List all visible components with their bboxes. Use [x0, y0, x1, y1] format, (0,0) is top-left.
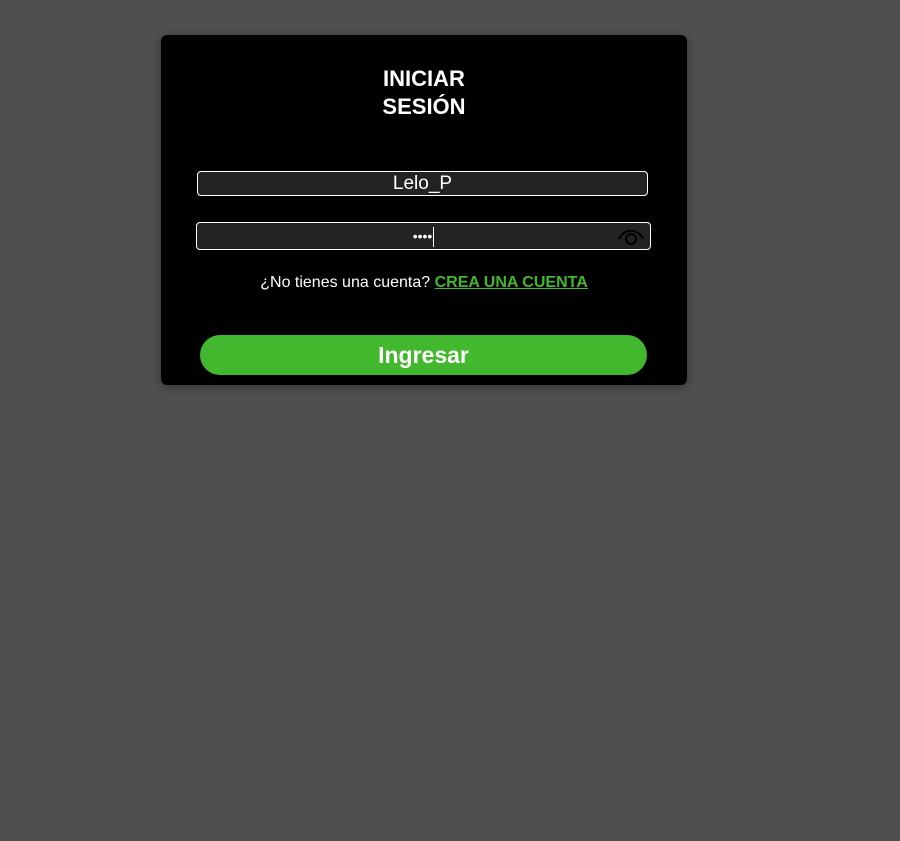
login-title: INICIAR SESIÓN — [161, 65, 687, 121]
username-value: Lelo_P — [392, 173, 453, 194]
signup-row: ¿No tienes una cuenta? CREA UNA CUENTA — [161, 274, 687, 292]
password-value-wrap: •••• — [197, 223, 650, 249]
eye-icon[interactable] — [618, 226, 644, 246]
login-submit-button[interactable]: Ingresar — [200, 335, 647, 375]
login-title-line2: SESIÓN — [382, 94, 466, 119]
text-caret — [433, 227, 435, 248]
password-masked-value: •••• — [412, 228, 433, 244]
signup-link[interactable]: CREA UNA CUENTA — [435, 274, 588, 291]
login-card: INICIAR SESIÓN Lelo_P •••• ¿No tienes un… — [161, 35, 687, 385]
login-title-line1: INICIAR — [383, 66, 465, 91]
signup-prompt: ¿No tienes una cuenta? — [260, 274, 431, 291]
password-field[interactable]: •••• — [196, 222, 651, 250]
username-field[interactable]: Lelo_P — [197, 171, 648, 196]
